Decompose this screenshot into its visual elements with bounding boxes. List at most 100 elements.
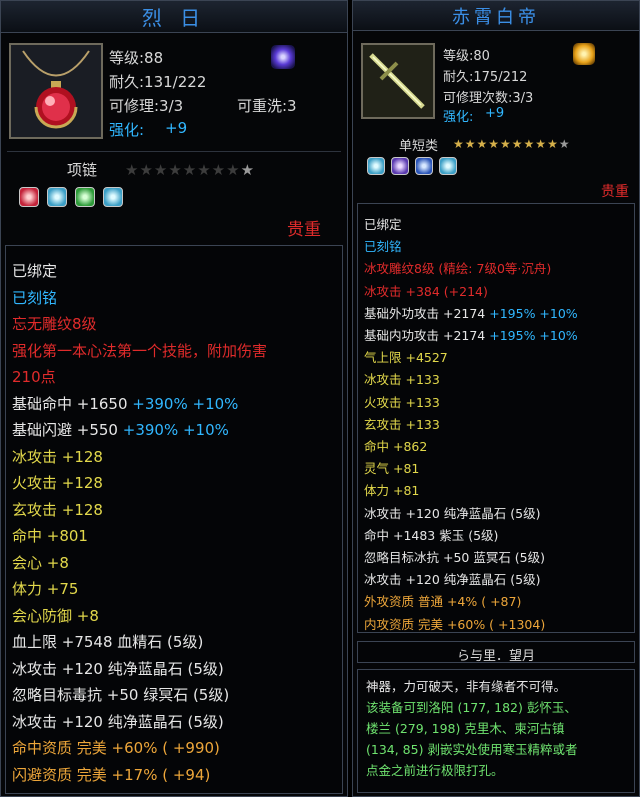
attribute-line: 玄攻击 +128 <box>12 499 103 520</box>
rewash-stat: 可重洗:3 <box>237 97 297 115</box>
rarity-label: 贵重 <box>287 220 321 240</box>
attribute-line: 基础内功攻击 +2174 +195% +10% <box>364 325 578 344</box>
repair-stat: 可修理:3/3 <box>109 97 184 115</box>
attribute-line: 内攻资质 完美 +60% ( +1304) <box>364 614 545 633</box>
attribute-text: 冰攻击 +128 <box>12 447 103 466</box>
attribute-line: 命中资质 完美 +60% ( +990) <box>12 737 220 758</box>
gem-slot-red-icon[interactable] <box>19 187 39 207</box>
engraving-name: ら与里．望月 <box>456 649 535 664</box>
durability-stat: 耐久:131/222 <box>109 73 207 91</box>
attribute-text: 体力 +75 <box>12 580 79 598</box>
attribute-line: 基础闪避 +550 +390% +10% <box>12 419 229 440</box>
description-line: 楼兰 (279, 198) 克里木、柬河古镇 <box>366 721 565 736</box>
sword-icon[interactable] <box>361 43 435 119</box>
attribute-line: 会心防御 +8 <box>12 605 99 626</box>
attribute-text: 基础外功攻击 +2174 <box>364 305 490 321</box>
gem-slot-purple-icon[interactable] <box>391 157 409 175</box>
attribute-line: 忽略目标毒抗 +50 绿冥石 (5级) <box>12 684 229 705</box>
attribute-line: 冰攻击 +128 <box>12 446 103 467</box>
gem-slot-blue-icon[interactable] <box>415 157 433 175</box>
attribute-text: 会心防御 +8 <box>12 606 99 625</box>
necklace-icon[interactable] <box>9 43 103 139</box>
attribute-text: 冰攻击 +384 (+214) <box>364 283 488 299</box>
level-stat: 等级:88 <box>109 49 164 67</box>
attribute-line: 基础外功攻击 +2174 +195% +10% <box>364 303 578 322</box>
item-name: 赤霄白帝 <box>452 6 540 28</box>
attribute-line: 冰攻击 +384 (+214) <box>364 281 488 300</box>
attribute-line: 灵气 +81 <box>364 458 419 477</box>
attribute-line: 忽略目标冰抗 +50 蓝冥石 (5级) <box>364 547 545 566</box>
gem-slot-blue-icon[interactable] <box>103 187 123 207</box>
attribute-list: 已绑定 已刻铭 忘无雕纹8级 强化第一本心法第一个技能，附加伤害 210点 基础命中 +1… <box>5 245 343 794</box>
attribute-text: 冰攻击 +120 纯净蓝晶石 (5级) <box>12 659 224 678</box>
attribute-text: 外攻资质 普通 +4% ( +87) <box>364 594 522 610</box>
attribute-text: 气上限 +4527 <box>364 350 448 366</box>
attribute-text: +390% +10% <box>122 421 229 439</box>
attribute-text: 会心 +8 <box>12 553 69 572</box>
attribute-text: 火攻击 +133 <box>364 394 440 410</box>
attribute-line: 冰攻击 +120 纯净蓝晶石 (5级) <box>12 711 224 732</box>
rarity-label: 贵重 <box>601 184 629 200</box>
star-rating: ★★★★★★★★★ <box>125 161 256 179</box>
enhance-value: +9 <box>485 106 505 121</box>
attribute-line: 冰攻击 +120 纯净蓝晶石 (5级) <box>364 503 540 522</box>
attribute-line: 命中 +862 <box>364 436 427 455</box>
engraving-box: ら与里．望月 <box>357 641 635 664</box>
attribute-text: 命中 +801 <box>12 527 88 545</box>
attribute-line: 忘无雕纹8级 <box>12 313 97 334</box>
attribute-text: 闪避资质 完美 +17% ( +94) <box>12 765 211 784</box>
attribute-text: 忽略目标毒抗 +50 绿冥石 (5级) <box>12 686 230 704</box>
attribute-text: 灵气 +81 <box>364 461 420 477</box>
attribute-text: +195% +10% <box>489 305 578 321</box>
attribute-text: 冰攻击 +133 <box>364 372 440 388</box>
attribute-line: 已刻铭 <box>364 236 402 255</box>
attribute-text: 体力 +81 <box>364 483 420 499</box>
enhance-value: +9 <box>165 119 188 137</box>
attribute-line: 命中 +1483 紫玉 (5级) <box>364 525 498 544</box>
attribute-text: 基础内功攻击 +2174 <box>364 328 490 343</box>
attribute-text: 火攻击 +128 <box>12 474 103 492</box>
attribute-line: 外攻资质 普通 +4% ( +87) <box>364 591 521 610</box>
item-category: 项链 <box>67 161 98 179</box>
attribute-text: 210点 <box>12 368 56 386</box>
attribute-line: 210点 <box>12 366 56 387</box>
item-description: 神器，力可破天，非有缘者不可得。 该装备可到洛阳 (177, 182) 彭怀玉、楼… <box>357 669 635 793</box>
attribute-line: 体力 +81 <box>364 480 419 499</box>
star-rating: ★★★★★★★★★★ <box>453 137 571 151</box>
attribute-text: 强化第一本心法第一个技能，附加伤害 <box>12 341 268 360</box>
attribute-line: 冰攻击 +120 纯净蓝晶石 (5级) <box>364 569 540 588</box>
attribute-text: 冰攻雕纹8级 (精绘: 7级0等·沉舟) <box>364 261 552 277</box>
flame-badge-icon <box>573 43 595 65</box>
attribute-text: 内攻资质 完美 +60% ( +1304) <box>364 616 546 632</box>
item-tooltip-chixiao: 赤霄白帝 等级:80 耐久:175/212 可修理次数:3/3 强化: +9 单… <box>352 0 640 797</box>
attribute-line: 强化第一本心法第一个技能，附加伤害 <box>12 340 267 361</box>
repair-stat: 可修理次数:3/3 <box>443 91 534 106</box>
attribute-text: 已绑定 <box>12 262 58 280</box>
attribute-list: 已绑定 已刻铭 冰攻雕纹8级 (精绘: 7级0等·沉舟) 冰攻击 +384 (+214… <box>357 203 635 633</box>
description-line: 神器，力可破天，非有缘者不可得。 <box>366 679 567 694</box>
gem-slot-blue-icon[interactable] <box>439 157 457 175</box>
attribute-text: +195% +10% <box>489 328 578 343</box>
item-title-bar: 赤霄白帝 <box>353 1 639 31</box>
attribute-text: 基础命中 +1650 <box>12 394 133 413</box>
attribute-line: 体力 +75 <box>12 578 78 599</box>
level-stat: 等级:80 <box>443 49 490 64</box>
attribute-line: 基础命中 +1650 +390% +10% <box>12 393 238 414</box>
attribute-text: 冰攻击 +120 纯净蓝晶石 (5级) <box>364 572 541 588</box>
gem-slot-green-icon[interactable] <box>75 187 95 207</box>
attribute-line: 血上限 +7548 血精石 (5级) <box>12 631 203 652</box>
attribute-text: +390% +10% <box>132 394 239 413</box>
attribute-line: 会心 +8 <box>12 552 69 573</box>
item-category: 单短类 <box>399 139 439 154</box>
item-title-bar: 烈 日 <box>1 1 347 33</box>
attribute-line: 闪避资质 完美 +17% ( +94) <box>12 764 210 785</box>
attribute-line: 冰攻雕纹8级 (精绘: 7级0等·沉舟) <box>364 258 551 277</box>
gem-slot-blue-icon[interactable] <box>47 187 67 207</box>
attribute-text: 玄攻击 +133 <box>364 416 440 432</box>
attribute-text: 忘无雕纹8级 <box>12 315 97 333</box>
attribute-text: 基础闪避 +550 <box>12 421 123 439</box>
attribute-line: 冰攻击 +120 纯净蓝晶石 (5级) <box>12 658 224 679</box>
attribute-text: 冰攻击 +120 纯净蓝晶石 (5级) <box>364 505 541 521</box>
attribute-line: 已绑定 <box>12 260 57 281</box>
gem-slot-blue-icon[interactable] <box>367 157 385 175</box>
